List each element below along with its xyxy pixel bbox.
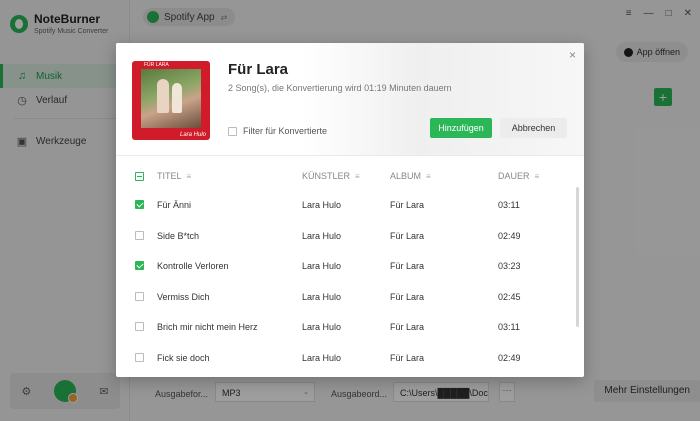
- filter-converted-toggle[interactable]: Filter für Konvertierte: [228, 126, 327, 136]
- row-checkbox[interactable]: [135, 291, 144, 301]
- row-checkbox[interactable]: [135, 352, 144, 362]
- song-duration: 02:49: [498, 230, 521, 241]
- song-artist: Lara Hulo: [302, 322, 342, 332]
- close-icon[interactable]: ×: [569, 48, 576, 62]
- table-row[interactable]: Vermiss Dich Lara Hulo Für Lara 02:45: [116, 282, 572, 312]
- filter-checkbox[interactable]: [228, 126, 237, 136]
- cover-figure: [172, 83, 182, 113]
- column-duration[interactable]: DAUER ≡: [498, 171, 539, 181]
- table-row[interactable]: Brich mir nicht mein Herz Lara Hulo Für La…: [116, 312, 572, 342]
- song-title: Fick sie doch: [157, 352, 210, 363]
- song-duration: 03:23: [498, 261, 521, 271]
- song-artist: Lara Hulo: [302, 200, 342, 210]
- song-album: Für Lara: [390, 291, 425, 302]
- sort-icon: ≡: [186, 172, 192, 181]
- table-row[interactable]: Für Änni Lara Hulo Für Lara 03:11: [116, 190, 572, 220]
- song-artist: Lara Hulo: [302, 352, 342, 363]
- song-album: Für Lara: [390, 352, 425, 363]
- song-album: Für Lara: [390, 200, 425, 210]
- cover-figure: [157, 79, 169, 113]
- song-duration: 02:49: [498, 352, 521, 363]
- column-title-label: TITEL: [157, 171, 182, 181]
- conversion-summary: 2 Song(s), die Konvertierung wird 01:19 …: [228, 83, 452, 93]
- album-cover: FÜR LARA Lara Hulo: [132, 61, 210, 140]
- row-checkbox[interactable]: [135, 322, 144, 331]
- table-header: TITEL ≡ KÜNSTLER ≡ ALBUM ≡ DAUER ≡: [116, 165, 584, 187]
- column-album[interactable]: ALBUM ≡: [390, 171, 431, 181]
- album-photo: [141, 69, 201, 128]
- song-duration: 02:45: [498, 291, 521, 302]
- sort-icon: ≡: [426, 172, 431, 181]
- cover-caption: FÜR LARA: [144, 62, 169, 68]
- song-album: Für Lara: [390, 322, 425, 332]
- song-artist: Lara Hulo: [302, 230, 342, 241]
- row-checkbox[interactable]: [135, 230, 144, 240]
- song-artist: Lara Hulo: [302, 261, 342, 271]
- song-title: Side B*tch: [157, 230, 200, 241]
- song-title: Brich mir nicht mein Herz: [157, 322, 258, 332]
- column-duration-label: DAUER: [498, 171, 530, 181]
- table-row[interactable]: Fick sie doch Lara Hulo Für Lara 02:49: [116, 343, 572, 373]
- filter-label: Filter für Konvertierte: [243, 126, 328, 136]
- song-duration: 03:11: [498, 322, 520, 332]
- column-artist-label: KÜNSTLER: [302, 171, 351, 181]
- select-all-checkbox[interactable]: [135, 172, 144, 181]
- song-title: Kontrolle Verloren: [157, 261, 229, 271]
- song-album: Für Lara: [390, 230, 425, 241]
- sort-icon: ≡: [534, 172, 540, 181]
- cancel-button[interactable]: Abbrechen: [500, 118, 567, 138]
- song-title: Vermiss Dich: [157, 291, 210, 302]
- row-checkbox[interactable]: [135, 261, 144, 270]
- table-row[interactable]: Side B*tch Lara Hulo Für Lara 02:49: [116, 221, 572, 251]
- sort-icon: ≡: [355, 172, 360, 181]
- dialog-divider: [116, 155, 584, 156]
- song-duration: 03:11: [498, 200, 520, 210]
- column-album-label: ALBUM: [390, 171, 422, 181]
- cover-signature: Lara Hulo: [179, 132, 206, 138]
- row-checkbox[interactable]: [135, 200, 144, 209]
- song-artist: Lara Hulo: [302, 291, 342, 302]
- scrollbar[interactable]: [576, 187, 579, 327]
- column-title[interactable]: TITEL ≡: [157, 171, 191, 181]
- add-button[interactable]: Hinzufügen: [430, 118, 492, 138]
- song-title: Für Änni: [157, 200, 192, 210]
- album-title: Für Lara: [228, 61, 289, 78]
- column-artist[interactable]: KÜNSTLER ≡: [302, 171, 360, 181]
- table-row[interactable]: Kontrolle Verloren Lara Hulo Für Lara 03:23: [116, 251, 572, 281]
- song-album: Für Lara: [390, 261, 425, 271]
- add-songs-dialog: × FÜR LARA Lara Hulo Für Lara 2 Song(s),…: [116, 43, 584, 377]
